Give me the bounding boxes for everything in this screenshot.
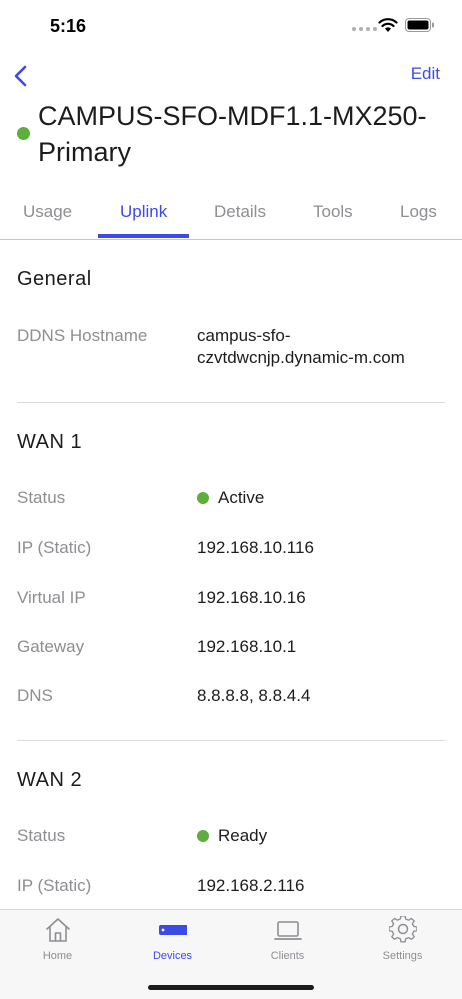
divider <box>17 740 445 741</box>
tab-usage[interactable]: Usage <box>23 202 72 222</box>
device-status-indicator <box>17 127 30 140</box>
tab-strip: Usage Uplink Details Tools Logs <box>0 190 462 240</box>
tab-bar-label: Clients <box>270 950 305 962</box>
gear-icon <box>389 916 417 943</box>
status-dot <box>197 830 209 842</box>
wan1-status-value: Active <box>197 487 264 509</box>
tab-bar-settings[interactable]: Settings <box>345 910 460 970</box>
ddns-hostname-label: DDNS Hostname <box>17 326 148 345</box>
tab-bar-clients[interactable]: Clients <box>230 910 345 970</box>
tab-bar-label: Devices <box>152 950 193 962</box>
status-time: 5:16 <box>50 16 87 36</box>
battery-icon <box>405 18 434 32</box>
ddns-hostname-value: campus-sfo- czvtdwcnjp.dynamic-m.com <box>197 326 405 367</box>
wifi-icon <box>378 18 398 32</box>
tab-bar-label: Settings <box>382 950 423 962</box>
nav-bar: Edit <box>0 58 462 94</box>
status-dot <box>197 492 209 504</box>
page-title: CAMPUS-SFO-MDF1.1-MX250-Primary <box>38 101 427 167</box>
edit-button[interactable]: Edit <box>411 64 440 84</box>
cellular-signal-icon <box>352 27 377 31</box>
wan2-ip-value: 192.168.2.116 <box>197 876 305 895</box>
wan1-virtual-ip-label: Virtual IP <box>17 588 86 607</box>
wan1-gateway-label: Gateway <box>17 637 85 656</box>
wan2-status-value: Ready <box>197 825 267 847</box>
active-tab-indicator <box>98 234 189 238</box>
tab-details[interactable]: Details <box>214 202 266 222</box>
section-title-general: General <box>17 268 92 290</box>
wan1-dns-label: DNS <box>17 686 53 705</box>
tab-bar-home[interactable]: Home <box>0 910 115 970</box>
section-title-wan2: WAN 2 <box>17 769 83 791</box>
status-bar: 5:16 <box>0 0 462 52</box>
wan1-ip-value: 192.168.10.116 <box>197 538 314 557</box>
tab-bar-devices[interactable]: Devices <box>115 910 230 970</box>
wan2-ip-label: IP (Static) <box>17 876 92 895</box>
wan2-status-label: Status <box>17 826 66 845</box>
tab-logs[interactable]: Logs <box>400 202 437 222</box>
divider <box>17 402 445 403</box>
uplink-content[interactable]: General DDNS Hostname campus-sfo- czvtdw… <box>0 241 462 909</box>
wan1-ip-label: IP (Static) <box>17 538 92 557</box>
wan1-dns-value: 8.8.8.8, 8.8.4.4 <box>197 686 311 705</box>
home-indicator[interactable] <box>148 985 314 990</box>
back-chevron-icon[interactable] <box>12 62 30 90</box>
laptop-icon <box>274 921 302 940</box>
devices-icon <box>159 925 187 935</box>
tab-bar-label: Home <box>42 950 73 962</box>
wan1-status-label: Status <box>17 488 66 507</box>
wan1-virtual-ip-value: 192.168.10.16 <box>197 588 306 607</box>
section-title-wan1: WAN 1 <box>17 431 83 453</box>
tab-uplink[interactable]: Uplink <box>120 202 167 222</box>
tab-tools[interactable]: Tools <box>313 202 353 222</box>
home-icon <box>46 918 70 942</box>
wan1-gateway-value: 192.168.10.1 <box>197 637 297 656</box>
